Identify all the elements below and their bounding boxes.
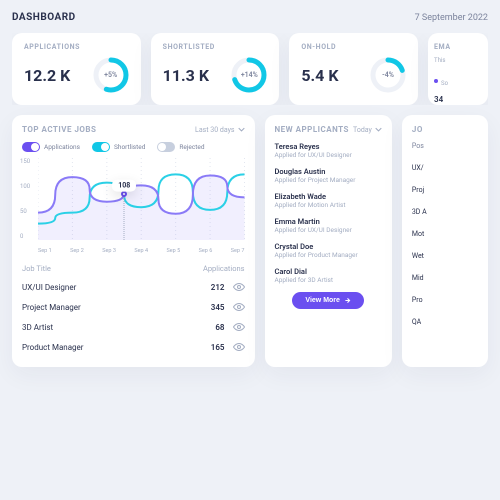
applicant-name: Douglas Austin [275, 167, 382, 176]
delta-ring: +5% [93, 57, 129, 93]
panel-top-active-jobs: TOP ACTIVE JOBS Last 30 days Application… [12, 115, 255, 367]
job-title: UX/UI Designer [22, 283, 76, 292]
chart-highlight-line [124, 194, 125, 240]
jobs-table-header: Job Title Applications [22, 264, 245, 273]
stat-card-applications[interactable]: APPLICATIONS 12.2 K +5% [12, 33, 141, 105]
stat-cards-row: APPLICATIONS 12.2 K +5% SHORTLISTED 11.3… [12, 33, 488, 105]
eye-icon [233, 321, 245, 333]
chevron-down-icon [238, 126, 245, 133]
view-more-button[interactable]: View More [292, 292, 364, 309]
list-item[interactable]: Crystal Doe Applied for Product Manager [275, 242, 382, 259]
applicant-role: Applied for Product Manager [275, 251, 382, 259]
applicant-role: Applied for UX/UI Designer [275, 151, 382, 159]
arrow-right-icon [344, 297, 351, 304]
page-title: DASHBOARD [12, 12, 76, 23]
chevron-down-icon [375, 126, 382, 133]
panel-title: TOP ACTIVE JOBS [22, 125, 96, 134]
eye-icon [233, 301, 245, 313]
stat-sub: This [434, 57, 482, 64]
panel-title: JO [412, 125, 423, 134]
list-item[interactable]: Mot [412, 230, 486, 238]
stat-value: 5.4 K [301, 66, 338, 85]
table-row[interactable]: 3D Artist 68 [22, 317, 245, 337]
switch-icon [157, 142, 175, 152]
stat-value: 12.2 K [24, 66, 70, 85]
job-apps: 165 [211, 343, 225, 352]
list-item[interactable]: Emma Martin Applied for UX/UI Designer [275, 217, 382, 234]
eye-icon [233, 281, 245, 293]
list-item[interactable]: Douglas Austin Applied for Project Manag… [275, 167, 382, 184]
list-header: Pos [412, 142, 486, 150]
applicant-role: Applied for Motion Artist [275, 201, 382, 209]
active-jobs-chart[interactable]: 150 100 50 0 108 Sep 1 Sep 2 Sep 3 Sep 4… [22, 158, 245, 254]
list-item[interactable]: QA [412, 318, 486, 326]
applicant-role: Applied for Project Manager [275, 176, 382, 184]
list-item[interactable]: Elizabeth Wade Applied for Motion Artist [275, 192, 382, 209]
job-apps: 68 [215, 323, 224, 332]
list-item[interactable]: Pro [412, 296, 486, 304]
applicant-name: Carol Dial [275, 267, 382, 276]
chart-highlight-dot [121, 191, 127, 197]
range-dropdown[interactable]: Last 30 days [195, 126, 244, 134]
job-title: Project Manager [22, 303, 81, 312]
stat-card-shortlisted[interactable]: SHORTLISTED 11.3 K +14% [151, 33, 280, 105]
applicant-name: Crystal Doe [275, 242, 382, 251]
stat-card-cutoff[interactable]: EMA This So 34 [428, 33, 488, 105]
panel-jobs-cutoff: JO Pos UX/Proj 3D A Mot Wet Mid Pro QA [402, 115, 488, 367]
applicant-name: Emma Martin [275, 217, 382, 226]
x-axis: Sep 1 Sep 2 Sep 3 Sep 4 Sep 5 Sep 6 Sep … [38, 248, 245, 254]
list-item[interactable]: Proj [412, 186, 486, 194]
table-row[interactable]: UX/UI Designer 212 [22, 277, 245, 297]
applicant-name: Elizabeth Wade [275, 192, 382, 201]
switch-icon [22, 142, 40, 152]
delta-ring: +14% [231, 57, 267, 93]
applicant-name: Teresa Reyes [275, 142, 382, 151]
job-title: Product Manager [22, 343, 84, 352]
stat-value: 11.3 K [163, 66, 209, 85]
table-row[interactable]: Product Manager 165 [22, 337, 245, 357]
toggle-rejected[interactable]: Rejected [157, 142, 204, 152]
panel-title: NEW APPLICANTS [275, 125, 349, 134]
job-apps: 212 [211, 283, 225, 292]
range-dropdown[interactable]: Today [353, 126, 382, 134]
stat-label: ON-HOLD [301, 43, 406, 51]
list-item[interactable]: Wet [412, 252, 486, 260]
job-title: 3D Artist [22, 323, 53, 332]
stat-label: SHORTLISTED [163, 43, 268, 51]
list-item[interactable]: Teresa Reyes Applied for UX/UI Designer [275, 142, 382, 159]
list-item[interactable]: Carol Dial Applied for 3D Artist [275, 267, 382, 284]
chart-tooltip: 108 [112, 179, 136, 191]
list-item[interactable]: Mid [412, 274, 486, 282]
table-row[interactable]: Project Manager 345 [22, 297, 245, 317]
job-apps: 345 [211, 303, 225, 312]
toggle-shortlisted[interactable]: Shortlisted [92, 142, 145, 152]
topbar: DASHBOARD 7 September 2022 [12, 12, 488, 23]
list-item[interactable]: UX/ [412, 164, 486, 172]
stat-delta: +14% [231, 57, 267, 93]
y-axis: 150 100 50 0 [20, 158, 36, 240]
applicant-role: Applied for UX/UI Designer [275, 226, 382, 234]
list-item[interactable]: 3D A [412, 208, 486, 216]
toggle-applications[interactable]: Applications [22, 142, 80, 152]
stat-label: APPLICATIONS [24, 43, 129, 51]
applicant-role: Applied for 3D Artist [275, 276, 382, 284]
current-date: 7 September 2022 [415, 13, 488, 23]
switch-icon [92, 142, 110, 152]
eye-icon [233, 341, 245, 353]
stat-label: EMA [434, 43, 482, 51]
stat-card-onhold[interactable]: ON-HOLD 5.4 K -4% [289, 33, 418, 105]
panel-new-applicants: NEW APPLICANTS Today Teresa Reyes Applie… [265, 115, 392, 367]
stat-num: 34 [434, 95, 482, 104]
stat-delta: -4% [370, 57, 406, 93]
bullet-icon [434, 79, 438, 83]
delta-ring: -4% [370, 57, 406, 93]
stat-delta: +5% [93, 57, 129, 93]
